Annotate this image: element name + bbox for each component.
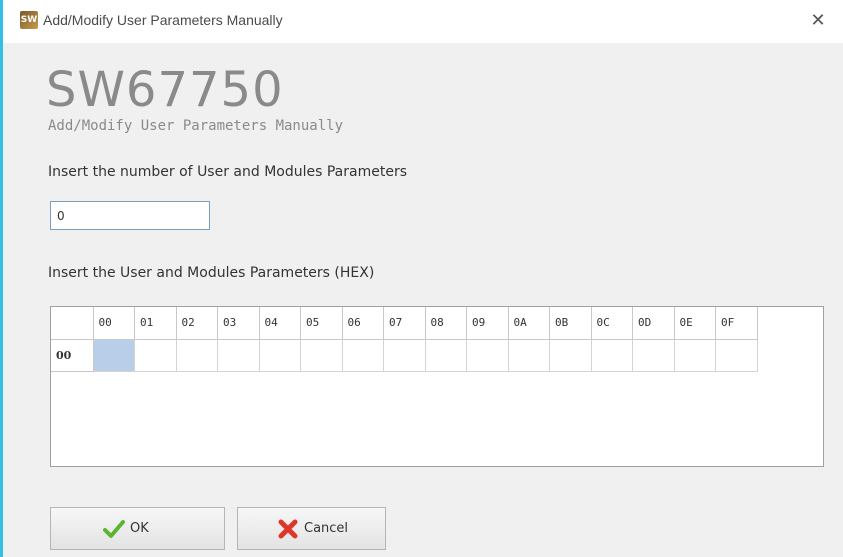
cancel-button[interactable]: Cancel [237,507,386,550]
column-header: 0D [632,307,675,340]
window-title: Add/Modify User Parameters Manually [43,12,283,28]
close-button[interactable]: ✕ [805,8,831,34]
param-cell[interactable] [134,339,177,372]
column-header: 04 [259,307,301,340]
param-cell[interactable] [425,339,467,372]
table-row: 00 [51,339,758,372]
cancel-button-label: Cancel [304,521,349,536]
ok-button[interactable]: OK [50,507,225,550]
param-grid[interactable]: 00 01 02 03 04 05 06 07 08 09 0A 0B 0C 0D 0E 0F 00 [50,306,824,467]
param-count-input[interactable] [50,201,210,230]
param-cell[interactable] [715,339,758,372]
column-header: 02 [176,307,218,340]
param-cell[interactable] [342,339,384,372]
checkmark-icon [103,520,125,538]
column-header: 06 [342,307,384,340]
column-header: 03 [217,307,260,340]
param-cell[interactable] [466,339,509,372]
product-name: SW67750 [46,62,284,118]
column-header: 07 [383,307,426,340]
column-header: 00 [93,307,135,340]
column-header: 09 [466,307,509,340]
param-table: 00 01 02 03 04 05 06 07 08 09 0A 0B 0C 0D 0E 0F 00 [51,307,758,372]
column-header: 0F [715,307,758,340]
grid-corner [51,307,94,340]
param-cell[interactable] [383,339,426,372]
page-subtitle: Add/Modify User Parameters Manually [48,118,344,134]
param-cell[interactable] [632,339,675,372]
column-header: 0C [591,307,633,340]
dialog-window: SW Add/Modify User Parameters Manually ✕… [0,0,843,557]
param-cell[interactable] [217,339,260,372]
param-cell[interactable] [259,339,301,372]
column-header: 0B [549,307,592,340]
param-cell[interactable] [176,339,218,372]
ok-button-label: OK [130,521,149,536]
param-cell[interactable] [300,339,343,372]
column-header: 0E [674,307,716,340]
red-x-icon [278,519,298,539]
param-count-label: Insert the number of User and Modules Pa… [48,164,407,180]
row-header: 00 [51,339,94,372]
column-header: 05 [300,307,343,340]
column-header: 0A [508,307,550,340]
column-header: 01 [134,307,177,340]
param-cell[interactable] [508,339,550,372]
param-cell[interactable] [549,339,592,372]
param-cell[interactable] [674,339,716,372]
app-icon: SW [20,11,38,29]
param-cell[interactable] [591,339,633,372]
param-cell[interactable] [93,339,135,372]
column-header: 08 [425,307,467,340]
param-grid-label: Insert the User and Modules Parameters (… [48,265,375,281]
title-bar[interactable]: SW Add/Modify User Parameters Manually ✕ [3,0,843,43]
